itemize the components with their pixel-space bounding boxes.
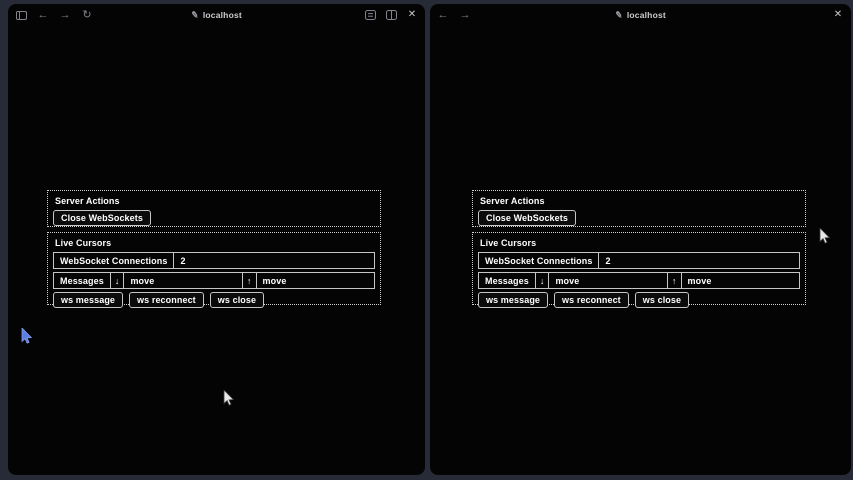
- incoming-message: move: [257, 273, 374, 288]
- incoming-message: move: [682, 273, 799, 288]
- incoming-arrow-icon: ↑: [668, 273, 682, 288]
- address-text: localhost: [203, 10, 242, 20]
- outgoing-arrow-icon: ↓: [111, 273, 125, 288]
- edit-address-icon: ✎: [614, 9, 624, 21]
- server-actions-section: Server Actions Close WebSockets: [472, 190, 806, 227]
- titlebar: ← → ↻ ✎ localhost ✕: [8, 4, 425, 26]
- browser-window-right: ← → ✎ localhost ✕ Server Actions Close W…: [430, 4, 851, 475]
- address-title[interactable]: ✎ localhost: [430, 4, 851, 26]
- outgoing-arrow-icon: ↓: [536, 273, 550, 288]
- live-cursors-section: Live Cursors WebSocket Connections 2 Mes…: [47, 232, 381, 305]
- close-window-icon[interactable]: ✕: [832, 9, 844, 21]
- reader-list-icon[interactable]: [364, 9, 376, 21]
- edit-address-icon: ✎: [190, 9, 200, 21]
- connections-count: 2: [174, 253, 374, 268]
- messages-label: Messages: [54, 273, 111, 288]
- live-cursors-section: Live Cursors WebSocket Connections 2 Mes…: [472, 232, 806, 305]
- ws-message-button[interactable]: ws message: [53, 292, 123, 308]
- close-window-icon[interactable]: ✕: [406, 9, 418, 21]
- server-actions-heading: Server Actions: [480, 196, 800, 206]
- ws-close-button[interactable]: ws close: [635, 292, 689, 308]
- ws-buttons-row: ws message ws reconnect ws close: [53, 292, 375, 308]
- connections-count: 2: [599, 253, 799, 268]
- titlebar: ← → ✎ localhost ✕: [430, 4, 851, 26]
- connections-label: WebSocket Connections: [479, 253, 599, 268]
- ws-close-button[interactable]: ws close: [210, 292, 264, 308]
- live-cursors-heading: Live Cursors: [55, 238, 375, 248]
- address-text: localhost: [627, 10, 666, 20]
- messages-row: Messages ↓ move ↑ move: [478, 272, 800, 289]
- ws-reconnect-button[interactable]: ws reconnect: [554, 292, 629, 308]
- ws-buttons-row: ws message ws reconnect ws close: [478, 292, 800, 308]
- connections-row: WebSocket Connections 2: [53, 252, 375, 269]
- incoming-arrow-icon: ↑: [243, 273, 257, 288]
- close-websockets-button[interactable]: Close WebSockets: [478, 210, 576, 226]
- messages-label: Messages: [479, 273, 536, 288]
- server-actions-heading: Server Actions: [55, 196, 375, 206]
- page-content: Server Actions Close WebSockets Live Cur…: [472, 190, 806, 305]
- messages-row: Messages ↓ move ↑ move: [53, 272, 375, 289]
- split-view-icon[interactable]: [385, 9, 397, 21]
- live-cursors-heading: Live Cursors: [480, 238, 800, 248]
- browser-window-left: ← → ↻ ✎ localhost ✕ Server Actions Close…: [8, 4, 425, 475]
- ws-reconnect-button[interactable]: ws reconnect: [129, 292, 204, 308]
- address-title[interactable]: ✎ localhost: [8, 4, 425, 26]
- outgoing-message: move: [549, 273, 667, 288]
- connections-label: WebSocket Connections: [54, 253, 174, 268]
- server-actions-section: Server Actions Close WebSockets: [47, 190, 381, 227]
- ws-message-button[interactable]: ws message: [478, 292, 548, 308]
- connections-row: WebSocket Connections 2: [478, 252, 800, 269]
- close-websockets-button[interactable]: Close WebSockets: [53, 210, 151, 226]
- page-content: Server Actions Close WebSockets Live Cur…: [47, 190, 381, 305]
- outgoing-message: move: [124, 273, 242, 288]
